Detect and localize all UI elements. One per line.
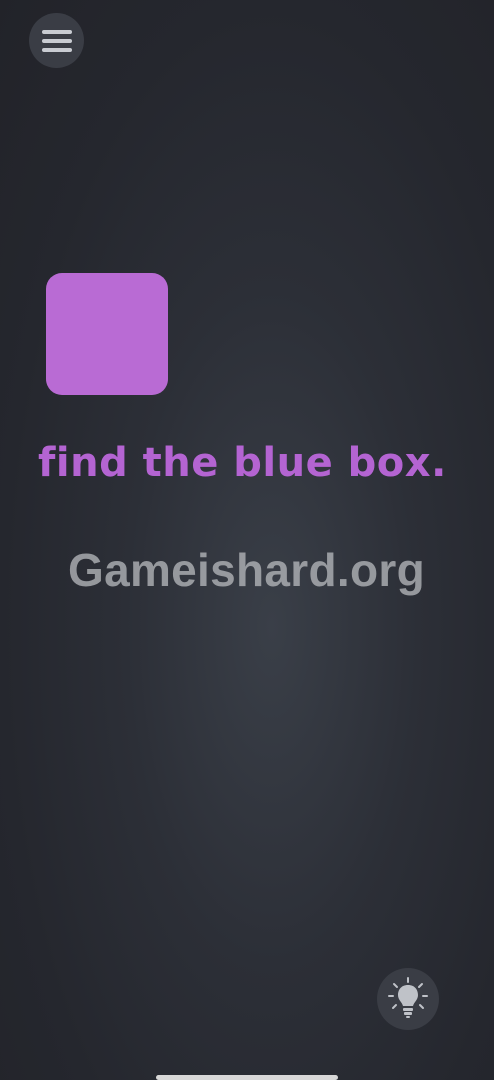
purple-box[interactable] (46, 273, 168, 395)
hint-button[interactable] (377, 968, 439, 1030)
watermark-text: Gameishard.org (68, 544, 425, 596)
home-indicator[interactable] (156, 1075, 338, 1080)
menu-button[interactable] (29, 13, 84, 68)
hamburger-menu-icon (41, 29, 72, 52)
puzzle-prompt: find the blue box. (38, 440, 447, 486)
lightbulb-icon (388, 977, 428, 1018)
